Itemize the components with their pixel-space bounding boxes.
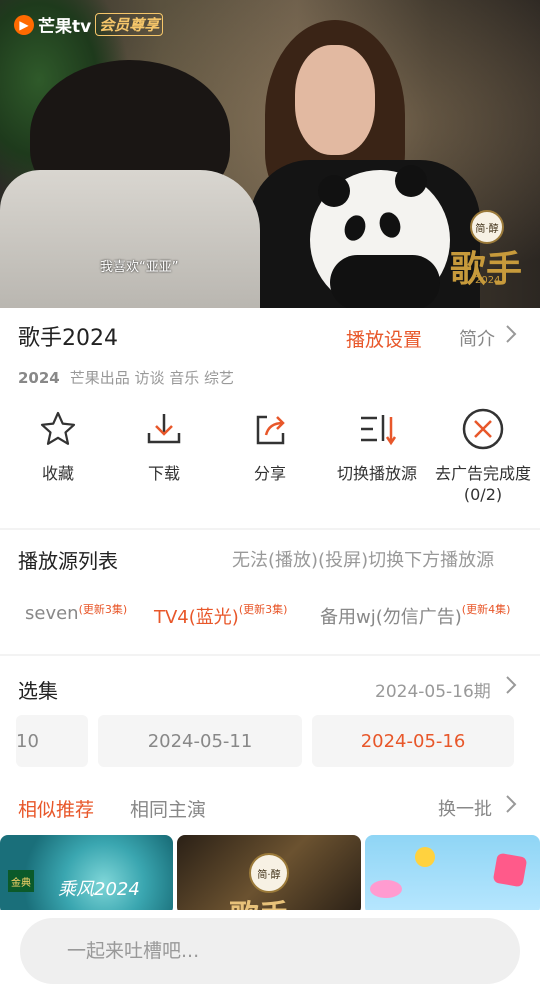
download-button[interactable]: 下载 [114, 405, 214, 484]
chevron-right-icon[interactable] [505, 324, 517, 349]
chevron-right-icon[interactable] [505, 794, 517, 819]
ufo-icon [370, 880, 402, 898]
channel-logo: ▶ 芒果tv 会员尊享 [14, 12, 164, 37]
action-label: 分享 [253, 464, 286, 483]
thumb-badge: 金典 [8, 870, 34, 892]
source-update: (更新3集) [238, 603, 288, 616]
logo-text: 芒果tv [38, 17, 92, 37]
heart-icon [492, 852, 528, 888]
emoji-icon [415, 847, 435, 867]
source-hint: 无法(播放)(投屏)切换下方播放源 [232, 550, 495, 571]
vip-badge: 会员尊享 [95, 13, 164, 36]
source-item-backup-wj[interactable]: 备用wj(勿信广告)(更新4集) [320, 603, 510, 629]
source-name: 备用wj(勿信广告) [320, 607, 462, 628]
remove-ad-icon [459, 405, 507, 453]
play-settings-button[interactable]: 播放设置 [346, 325, 422, 352]
show-year: 2024 [18, 369, 60, 387]
episode-chip[interactable]: 10 [16, 715, 88, 767]
switch-source-button[interactable]: 切换播放源 [327, 405, 427, 484]
comment-input[interactable] [20, 918, 520, 984]
source-list-heading: 播放源列表 [18, 549, 118, 573]
brand-badge: 简·醇 [470, 210, 504, 244]
share-icon [246, 405, 294, 453]
video-figure-body [0, 170, 260, 308]
thumb-title: 乘风2024 [58, 879, 140, 900]
episode-label: 2024-05-11 [147, 730, 253, 752]
source-item-tv4[interactable]: TV4(蓝光)(更新3集) [154, 603, 287, 629]
video-player[interactable]: ▶ 芒果tv 会员尊享 我喜欢“亚亚” 简·醇 歌手 2024 [0, 0, 540, 308]
action-label: 下载 [147, 464, 180, 483]
source-update: (更新3集) [78, 603, 128, 616]
show-tags: 芒果出品 访谈 音乐 综艺 [69, 369, 235, 387]
brand-badge: 简·醇 [249, 853, 289, 893]
panda-ear [318, 175, 350, 207]
chevron-right-icon[interactable] [505, 675, 517, 700]
video-subtitle: 我喜欢“亚亚” [100, 260, 179, 275]
source-item-seven[interactable]: seven(更新3集) [25, 603, 127, 624]
download-icon [140, 405, 188, 453]
action-label: 切换播放源 [336, 464, 417, 483]
mango-icon: ▶ [14, 14, 34, 35]
source-update: (更新4集) [461, 603, 511, 616]
show-watermark-year: 2024 [475, 275, 501, 286]
show-meta: 2024 芒果出品 访谈 音乐 综艺 [18, 367, 234, 388]
action-label: 去广告完成度 (0/2) [434, 464, 531, 504]
intro-button[interactable]: 简介 [459, 325, 495, 351]
share-button[interactable]: 分享 [220, 405, 320, 484]
episode-label: 2024-05-16 [360, 730, 466, 752]
recommend-thumbnail[interactable]: 简·醇 歌手 [177, 835, 361, 915]
video-figure-face [295, 45, 375, 155]
episode-heading: 选集 [18, 679, 58, 703]
panda-ear [395, 165, 427, 197]
panda-arms [330, 255, 440, 308]
switch-source-icon [353, 405, 401, 453]
recommend-thumbnail[interactable]: 金典 乘风2024 [0, 835, 173, 915]
episode-chip-selected[interactable]: 2024-05-16 [312, 715, 514, 767]
action-label: 收藏 [41, 464, 74, 483]
source-list: seven(更新3集) TV4(蓝光)(更新3集) 备用wj(勿信广告)(更新4… [0, 595, 540, 639]
source-name: seven [25, 603, 79, 624]
remove-ad-button[interactable]: 去广告完成度 (0/2) [430, 405, 536, 505]
show-title: 歌手2024 [18, 326, 118, 351]
source-name: TV4(蓝光) [154, 607, 239, 628]
episode-chip[interactable]: 2024-05-11 [98, 715, 302, 767]
refresh-button[interactable]: 换一批 [438, 795, 492, 821]
episode-label: 10 [16, 730, 39, 752]
tab-same-cast[interactable]: 相同主演 [130, 795, 206, 822]
episode-current[interactable]: 2024-05-16期 [375, 677, 491, 702]
recommend-thumbnail[interactable] [365, 835, 540, 915]
star-icon [34, 405, 82, 453]
favorite-button[interactable]: 收藏 [8, 405, 108, 484]
tab-similar[interactable]: 相似推荐 [18, 795, 94, 822]
